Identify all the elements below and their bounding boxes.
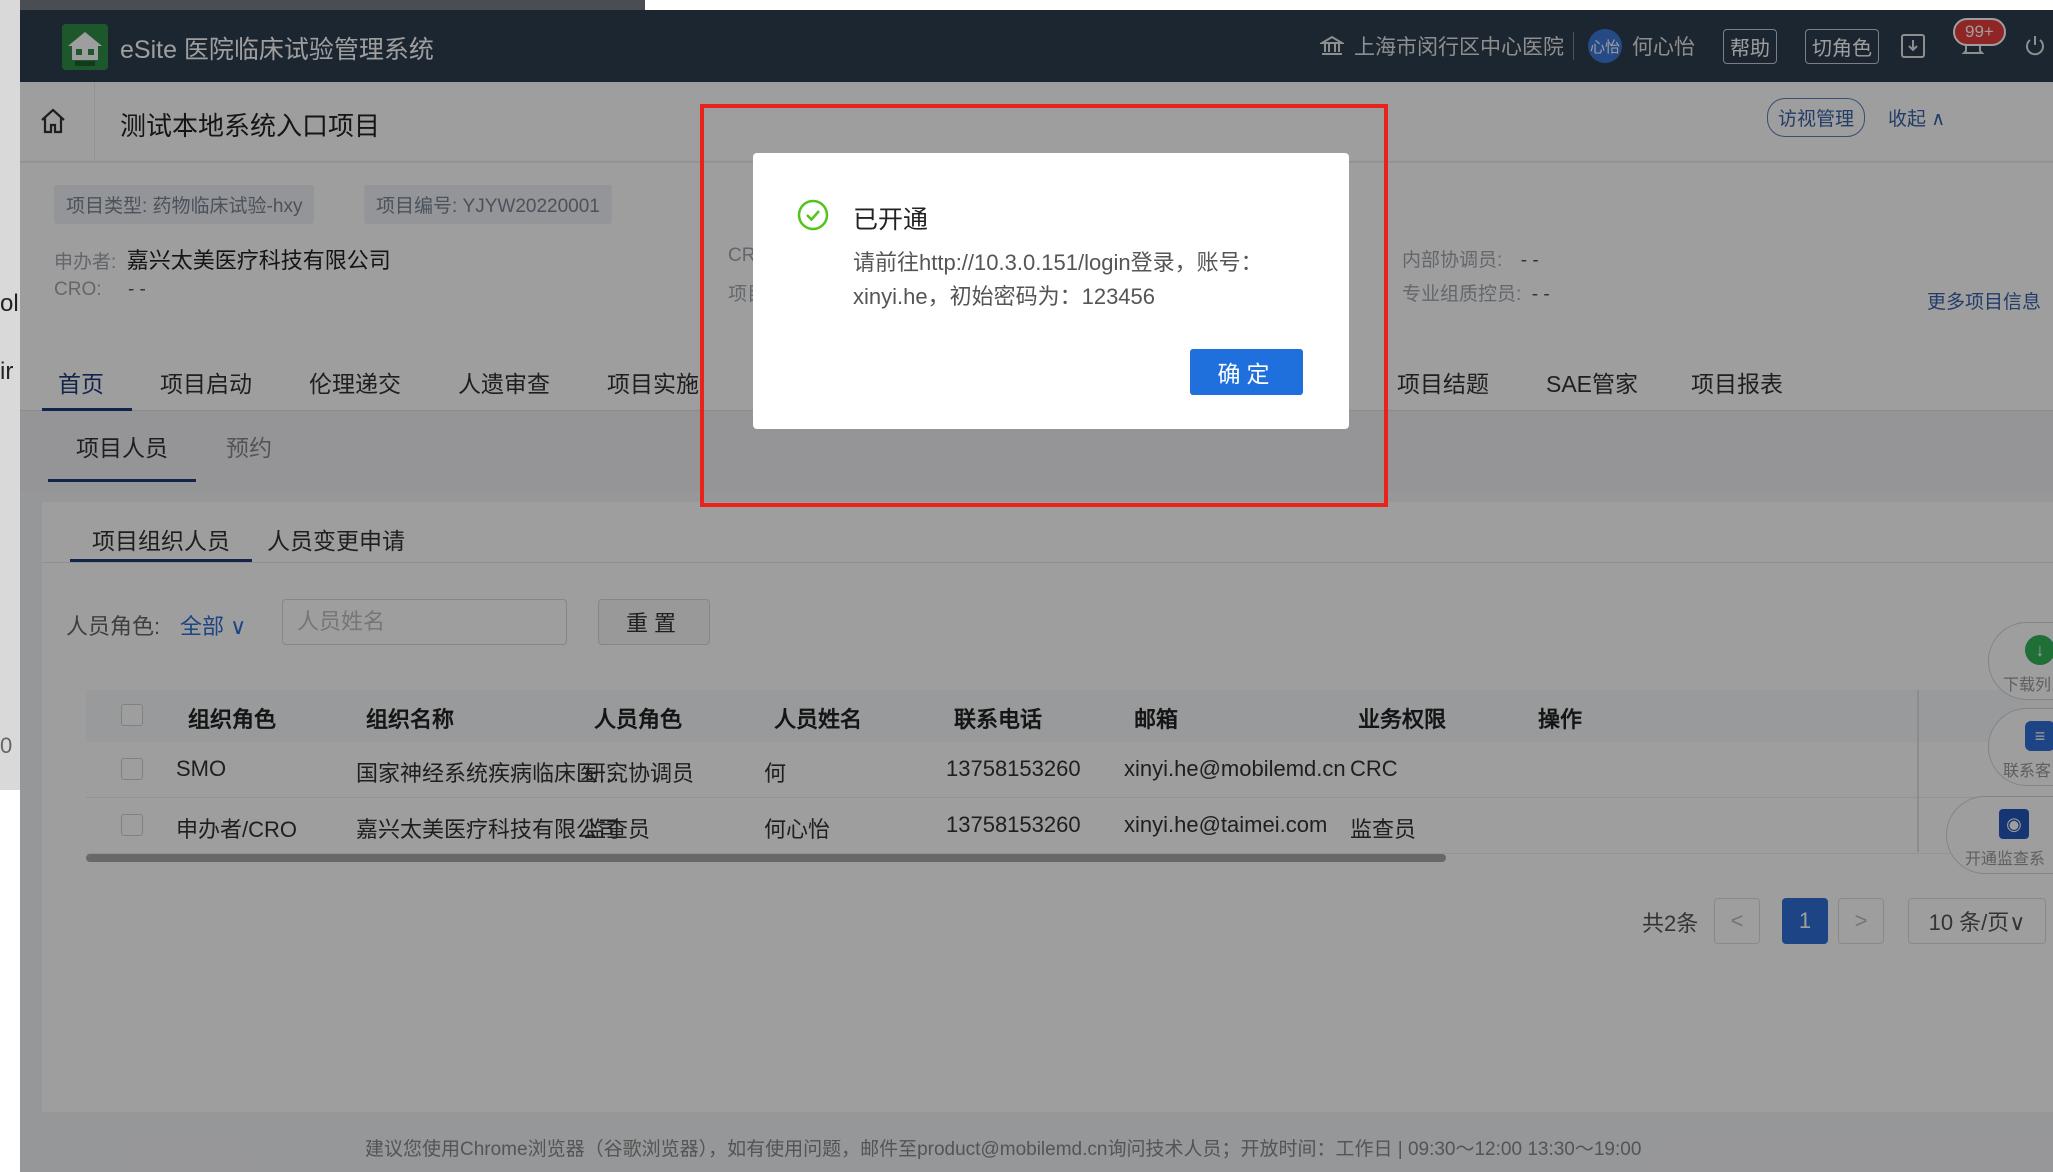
background-window-edge <box>20 0 645 10</box>
background-text: ol <box>0 290 19 317</box>
background-text: 0 <box>0 733 13 758</box>
background-window: ol ir 0 <box>0 0 20 790</box>
highlight-box <box>700 104 1388 507</box>
background-text: ir <box>0 358 14 385</box>
